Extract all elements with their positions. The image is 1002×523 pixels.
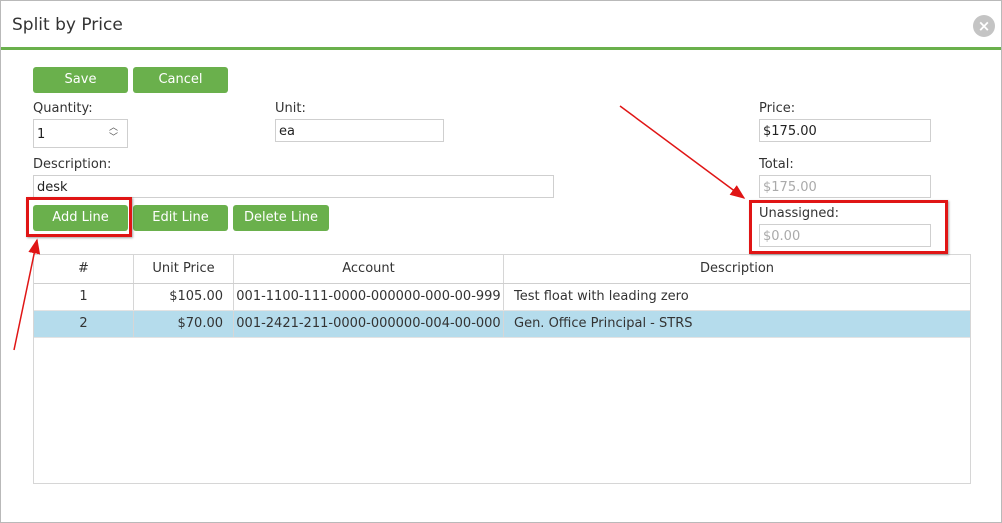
row-unit-price: $105.00 (134, 284, 234, 310)
table-row-selected[interactable]: 2 $70.00 001-2421-211-0000-000000-004-00… (34, 311, 970, 338)
edit-line-button[interactable]: Edit Line (133, 205, 228, 231)
close-button[interactable]: × (973, 15, 995, 37)
total-label: Total: (759, 157, 794, 172)
row-number: 1 (34, 284, 134, 310)
unit-field[interactable]: ea (275, 119, 444, 142)
delete-line-button[interactable]: Delete Line (233, 205, 329, 231)
highlight-box-add-line (26, 197, 132, 237)
column-header-account[interactable]: Account (234, 255, 504, 283)
quantity-stepper[interactable]: 1 ︿ ﹀ (33, 119, 128, 148)
row-account: 001-1100-111-0000-000000-000-00-999 (234, 284, 504, 310)
row-number: 2 (34, 311, 134, 337)
chevron-up-icon[interactable]: ︿ (109, 123, 118, 133)
dialog-titlebar: Split by Price × (1, 1, 1001, 50)
total-field: $175.00 (759, 175, 931, 198)
cancel-button[interactable]: Cancel (133, 67, 228, 93)
row-account: 001-2421-211-0000-000000-004-00-000 (234, 311, 504, 337)
save-button[interactable]: Save (33, 67, 128, 93)
row-description: Gen. Office Principal - STRS (514, 316, 693, 331)
description-field[interactable]: desk (33, 175, 554, 198)
price-field[interactable]: $175.00 (759, 119, 931, 142)
quantity-spin-icons[interactable]: ︿ ﹀ (109, 123, 118, 143)
chevron-down-icon[interactable]: ﹀ (109, 133, 118, 143)
price-label: Price: (759, 101, 796, 116)
column-header-number[interactable]: # (34, 255, 134, 283)
row-unit-price: $70.00 (134, 311, 234, 337)
quantity-value: 1 (37, 127, 46, 142)
column-header-unit-price[interactable]: Unit Price (134, 255, 234, 283)
unit-label: Unit: (275, 101, 306, 116)
grid-header: # Unit Price Account Description (34, 255, 970, 284)
split-by-price-dialog: Split by Price × Save Cancel Quantity: 1… (0, 0, 1002, 523)
column-header-description[interactable]: Description (504, 255, 970, 283)
dialog-title: Split by Price (12, 15, 123, 35)
quantity-label: Quantity: (33, 101, 93, 116)
highlight-box-unassigned (749, 200, 948, 254)
row-description: Test float with leading zero (514, 289, 689, 304)
split-lines-grid: # Unit Price Account Description 1 $105.… (33, 254, 971, 484)
description-label: Description: (33, 157, 112, 172)
table-row[interactable]: 1 $105.00 001-1100-111-0000-000000-000-0… (34, 284, 970, 311)
close-icon: × (977, 17, 991, 35)
